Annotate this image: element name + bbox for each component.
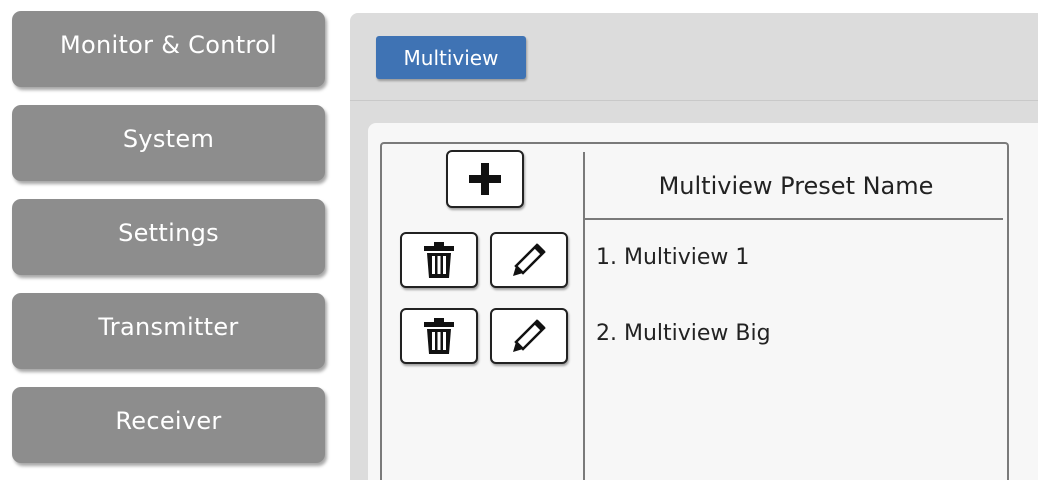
preset-row-2-name[interactable]: 2. Multiview Big	[596, 321, 771, 346]
trash-icon	[422, 317, 456, 355]
nav-receiver-button[interactable]: Receiver	[12, 387, 325, 463]
preset-name-column-header: Multiview Preset Name	[585, 158, 1007, 214]
pencil-icon	[511, 242, 547, 278]
preset-name-header-label: Multiview Preset Name	[658, 172, 934, 200]
add-preset-button[interactable]	[446, 150, 524, 208]
nav-settings-button[interactable]: Settings	[12, 199, 325, 275]
delete-preset-2-button[interactable]	[400, 308, 478, 364]
tab-multiview-label: Multiview	[403, 45, 499, 70]
tab-bar-divider	[350, 100, 1038, 101]
nav-transmitter-button[interactable]: Transmitter	[12, 293, 325, 369]
pencil-icon	[511, 318, 547, 354]
preset-table: Multiview Preset Name 1. Multiview 1 2. …	[380, 142, 1009, 480]
tab-multiview[interactable]: Multiview	[376, 36, 526, 79]
nav-monitor-control-label: Monitor & Control	[59, 31, 278, 59]
header-underline	[585, 218, 1003, 220]
nav-receiver-label: Receiver	[115, 407, 222, 435]
preset-row-1-name[interactable]: 1. Multiview 1	[596, 245, 749, 270]
sidebar: Monitor & Control System Settings Transm…	[0, 0, 340, 480]
trash-icon	[422, 241, 456, 279]
nav-system-label: System	[122, 125, 215, 153]
edit-preset-2-button[interactable]	[490, 308, 568, 364]
nav-monitor-control-button[interactable]: Monitor & Control	[12, 11, 325, 87]
nav-system-button[interactable]: System	[12, 105, 325, 181]
nav-transmitter-label: Transmitter	[98, 313, 239, 341]
delete-preset-1-button[interactable]	[400, 232, 478, 288]
edit-preset-1-button[interactable]	[490, 232, 568, 288]
plus-icon	[466, 160, 504, 198]
nav-settings-label: Settings	[118, 219, 219, 247]
